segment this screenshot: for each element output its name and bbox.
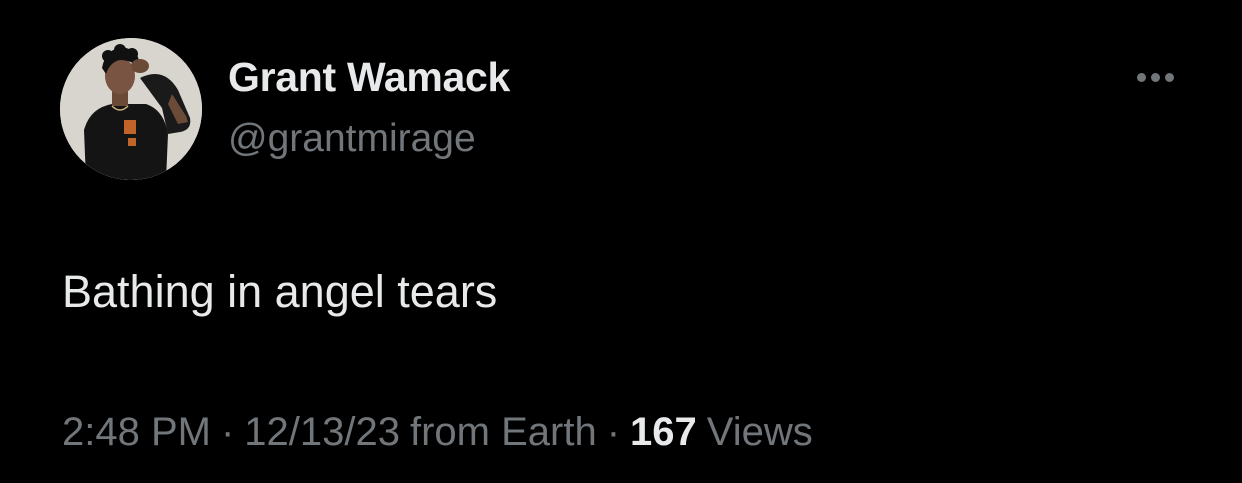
avatar[interactable] xyxy=(60,38,202,180)
more-horizontal-icon xyxy=(1136,72,1174,82)
separator: · xyxy=(220,410,235,454)
views-count: 167 xyxy=(630,410,697,454)
tweet-date[interactable]: 12/13/23 xyxy=(244,410,400,455)
author-display-name[interactable]: Grant Wamack xyxy=(228,54,510,101)
tweet-text: Bathing in angel tears xyxy=(62,266,498,317)
tweet: Grant Wamack @grantmirage Bathing in ang… xyxy=(0,0,1242,483)
author-handle[interactable]: @grantmirage xyxy=(228,117,476,161)
separator: · xyxy=(606,410,621,454)
tweet-metadata: 2:48 PM · 12/13/23 from Earth · 167 View… xyxy=(62,410,813,455)
tweet-source: from Earth xyxy=(410,410,597,454)
more-options-button[interactable] xyxy=(1130,60,1180,94)
avatar-photo xyxy=(60,38,202,180)
tweet-time[interactable]: 2:48 PM xyxy=(62,410,211,455)
views-label: Views xyxy=(706,410,813,454)
